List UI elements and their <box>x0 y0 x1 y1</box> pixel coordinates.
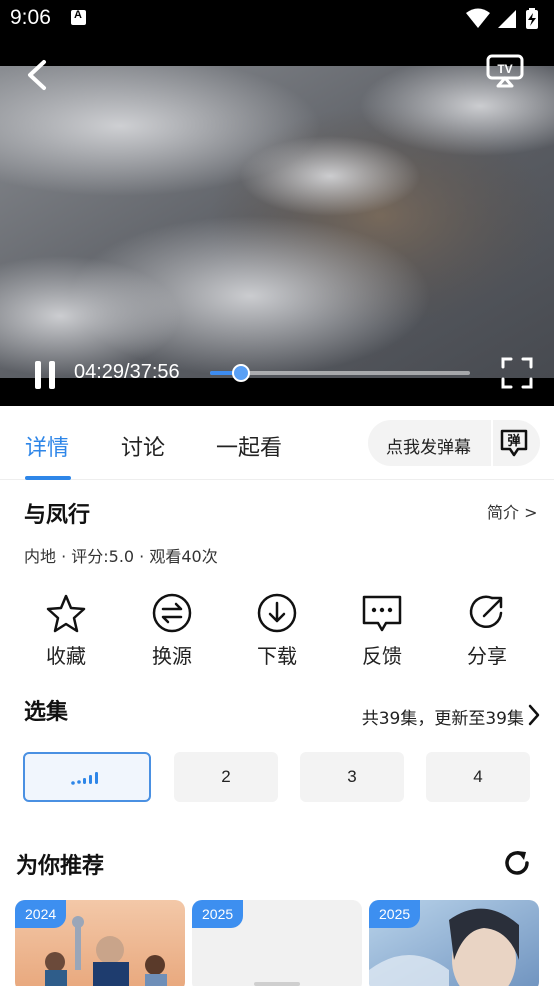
video-player[interactable]: TV 04:29/37:56 <box>0 38 554 406</box>
episode-2[interactable]: 2 <box>174 752 278 802</box>
fullscreen-icon[interactable] <box>500 356 534 390</box>
recommend-card[interactable]: 2025 <box>192 900 362 986</box>
recommend-card[interactable]: 2024 <box>15 900 185 986</box>
year-badge: 2025 <box>192 900 244 928</box>
tab-watch-together[interactable]: 一起看 <box>216 430 282 462</box>
danmu-label: 点我发弹幕 <box>386 438 471 458</box>
year-badge: 2024 <box>15 900 67 928</box>
notification-a-icon <box>71 9 86 25</box>
episode-1[interactable] <box>23 752 151 802</box>
refresh-icon[interactable] <box>502 848 532 878</box>
show-meta: 内地 · 评分:5.0 · 观看40次 <box>24 547 218 566</box>
share-label: 分享 <box>467 644 507 668</box>
feedback-icon <box>362 595 402 632</box>
switch-source-label: 换源 <box>152 644 192 668</box>
star-icon <box>46 594 86 633</box>
progress-bar[interactable] <box>210 364 470 382</box>
episodes-summary[interactable]: 共39集，更新至39集 <box>362 704 524 729</box>
back-icon[interactable] <box>22 58 52 92</box>
playback-time: 04:29/37:56 <box>74 361 180 383</box>
episodes-title: 选集 <box>24 700 69 725</box>
playing-bars-icon <box>71 771 98 785</box>
status-icons <box>466 8 538 29</box>
recommend-card[interactable]: 2025 <box>369 900 539 986</box>
active-tab-indicator <box>25 476 71 480</box>
video-frame <box>0 66 554 378</box>
recommend-title: 为你推荐 <box>16 854 105 879</box>
switch-source-button[interactable]: 换源 <box>132 590 212 680</box>
favorite-label: 收藏 <box>46 644 86 668</box>
status-bar: 9:06 <box>0 0 554 38</box>
intro-link[interactable]: 简介 > <box>487 499 538 523</box>
tv-cast-icon[interactable]: TV <box>486 54 524 88</box>
switch-source-icon <box>152 593 192 633</box>
danmu-icon[interactable]: 弹 <box>498 427 530 459</box>
danmu-divider <box>491 420 493 466</box>
danmu-icon-text: 弹 <box>507 433 520 449</box>
tab-details[interactable]: 详情 <box>25 430 69 462</box>
chevron-right-icon[interactable] <box>526 703 542 727</box>
status-time: 9:06 <box>10 6 51 29</box>
episode-3[interactable]: 3 <box>300 752 404 802</box>
progress-thumb[interactable] <box>231 364 250 382</box>
feedback-button[interactable]: 反馈 <box>342 590 422 680</box>
action-row: 收藏 换源 下载 反馈 分享 <box>0 590 554 680</box>
battery-charging-icon <box>526 8 538 29</box>
favorite-button[interactable]: 收藏 <box>26 590 106 680</box>
tab-discussion[interactable]: 讨论 <box>121 430 165 462</box>
share-button[interactable]: 分享 <box>447 590 527 680</box>
year-badge: 2025 <box>369 900 421 928</box>
show-title: 与凤行 <box>24 503 91 528</box>
share-icon <box>469 595 503 629</box>
feedback-label: 反馈 <box>362 644 402 668</box>
detail-tabs: 详情 讨论 一起看 点我发弹幕 弹 <box>0 406 554 480</box>
wifi-icon <box>466 8 490 28</box>
send-danmu-button[interactable]: 点我发弹幕 弹 <box>368 420 540 466</box>
signal-icon <box>498 10 516 28</box>
download-button[interactable]: 下载 <box>237 590 317 680</box>
download-label: 下载 <box>257 644 297 668</box>
svg-text:TV: TV <box>497 62 512 76</box>
download-icon <box>257 593 297 633</box>
pause-icon[interactable] <box>30 358 60 392</box>
episode-4[interactable]: 4 <box>426 752 530 802</box>
